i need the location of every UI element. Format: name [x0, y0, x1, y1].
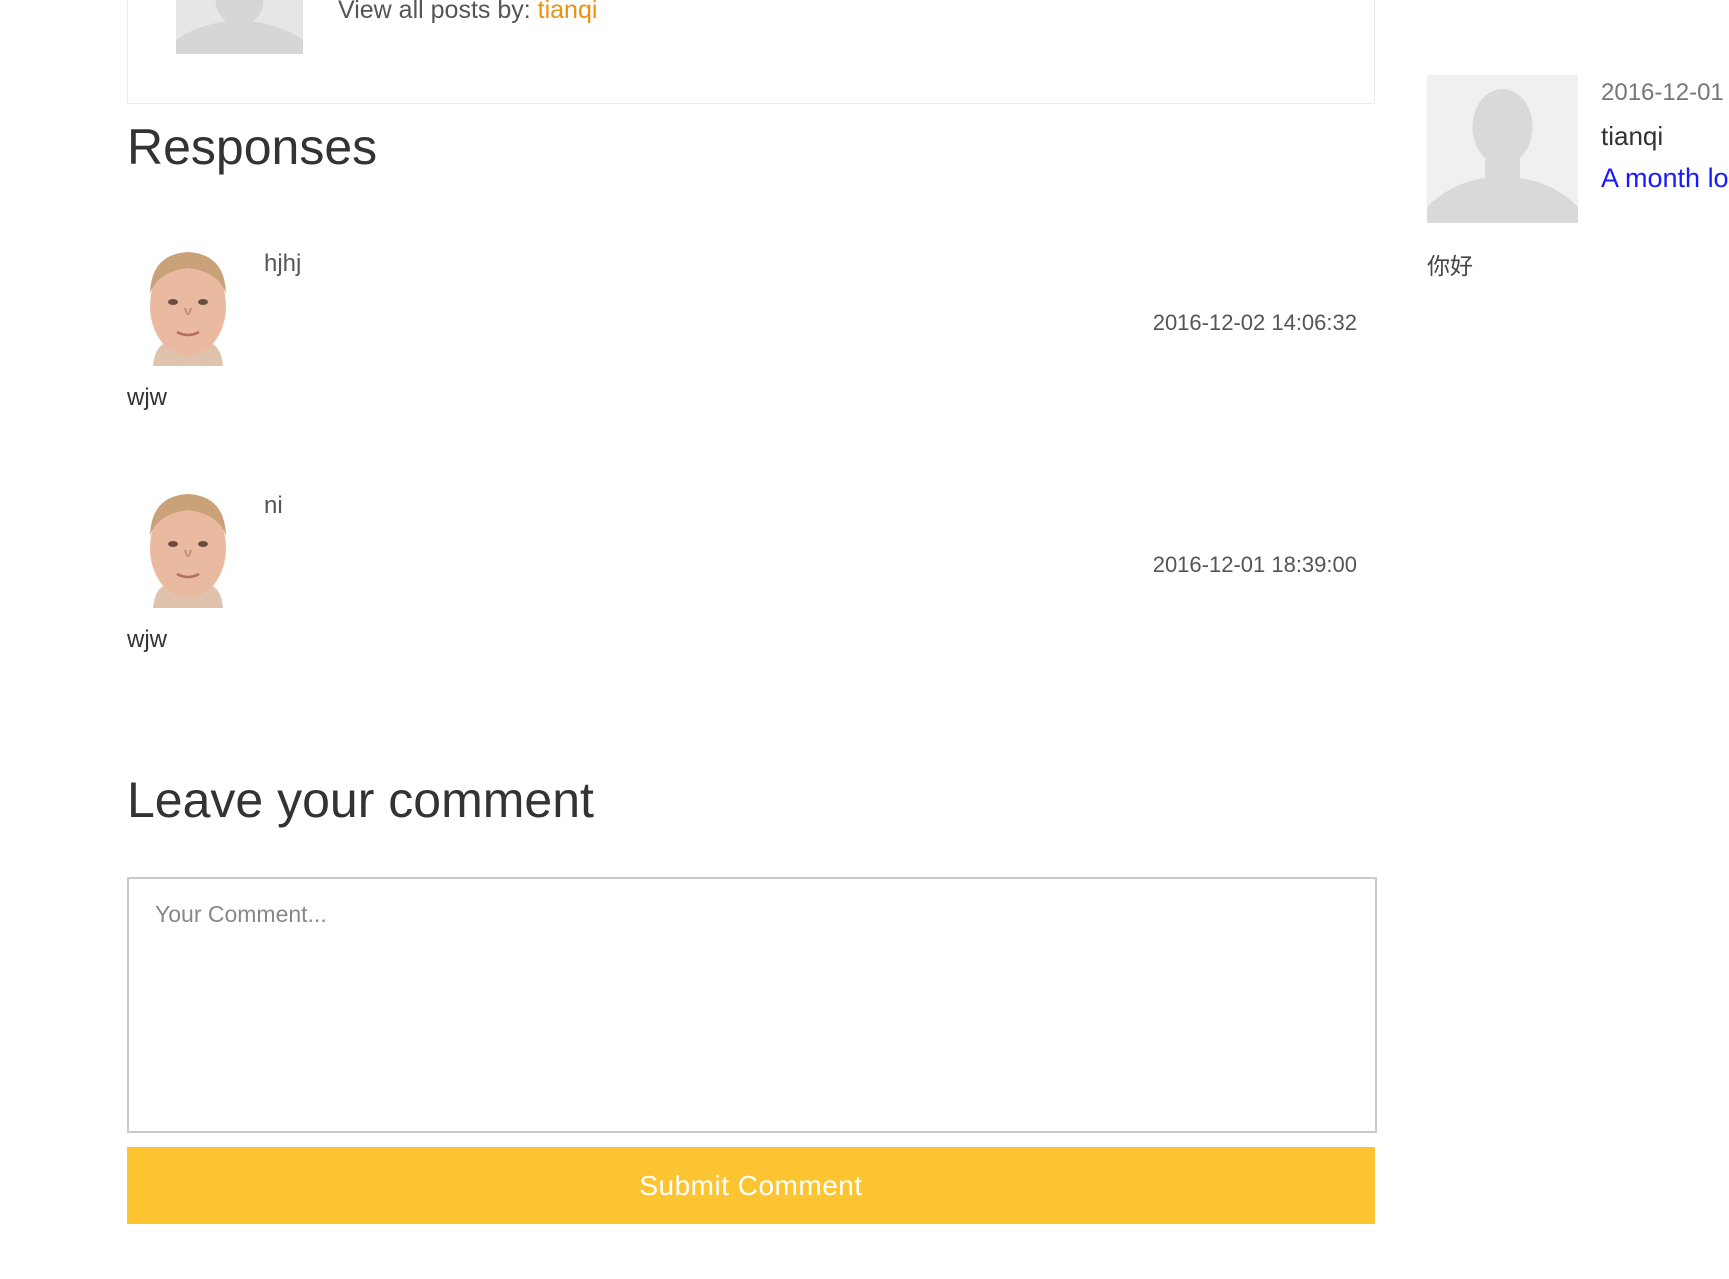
sidebar-time-link[interactable]: A month lo: [1601, 163, 1729, 194]
author-box: View all posts by: tianqi: [127, 0, 1375, 104]
leave-comment-heading: Leave your comment: [127, 772, 594, 828]
page: View all posts by: tianqi Responses hjhj…: [0, 0, 1729, 1279]
comment-author: ni: [264, 492, 283, 519]
author-avatar: [176, 0, 303, 54]
sidebar-date: 2016-12-01: [1601, 79, 1724, 106]
comment-textarea[interactable]: [127, 877, 1377, 1133]
comment-item: hjhj 2016-12-02 14:06:32 wjw: [127, 246, 1357, 446]
submit-comment-button[interactable]: Submit Comment: [127, 1147, 1375, 1224]
sidebar-author: tianqi: [1601, 121, 1664, 151]
comment-date: 2016-12-02 14:06:32: [1152, 310, 1357, 335]
view-all-posts-line: View all posts by: tianqi: [338, 0, 597, 25]
comment-author: hjhj: [264, 250, 302, 277]
comment-item: ni 2016-12-01 18:39:00 wjw: [127, 488, 1357, 688]
comment-body: wjw: [127, 626, 167, 653]
sidebar-avatar: [1427, 75, 1578, 223]
commenter-avatar: [135, 246, 241, 366]
comment-body: wjw: [127, 384, 167, 411]
commenter-avatar: [135, 488, 241, 608]
comment-date: 2016-12-01 18:39:00: [1152, 552, 1357, 577]
commenter-photo-icon: [135, 246, 241, 366]
author-name-link[interactable]: tianqi: [538, 0, 598, 24]
default-avatar-icon: [1427, 75, 1578, 223]
default-avatar-icon: [176, 0, 303, 54]
commenter-photo-icon: [135, 488, 241, 608]
view-all-posts-label: View all posts by:: [338, 0, 531, 24]
responses-heading: Responses: [127, 119, 378, 175]
sidebar-recent-item: 2016-12-01 tianqi A month lo 你好: [1427, 75, 1729, 295]
sidebar-text: 你好: [1427, 253, 1473, 279]
